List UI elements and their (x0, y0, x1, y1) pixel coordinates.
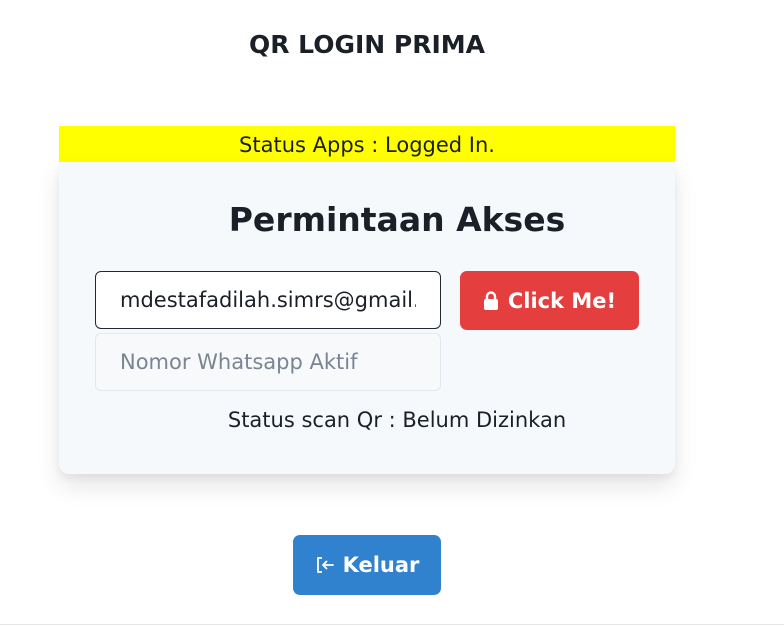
bottom-divider (0, 624, 784, 625)
status-scan-text: Status scan Qr : Belum Dizinkan (227, 408, 567, 432)
click-me-button[interactable]: Click Me! (460, 271, 639, 330)
logout-button[interactable]: Keluar (293, 535, 441, 595)
logout-icon (315, 556, 335, 574)
logout-label: Keluar (342, 553, 420, 577)
access-request-card: Permintaan Akses Click Me! Status scan Q… (59, 162, 675, 474)
status-apps-banner: Status Apps : Logged In. (59, 126, 675, 162)
app-title: QR LOGIN PRIMA (248, 30, 486, 59)
email-input[interactable] (95, 271, 441, 329)
card-title: Permintaan Akses (228, 200, 566, 239)
lock-icon (483, 290, 499, 311)
page: QR LOGIN PRIMA Status Apps : Logged In. … (0, 0, 784, 626)
click-me-label: Click Me! (507, 288, 617, 313)
whatsapp-number-input[interactable] (95, 333, 441, 391)
